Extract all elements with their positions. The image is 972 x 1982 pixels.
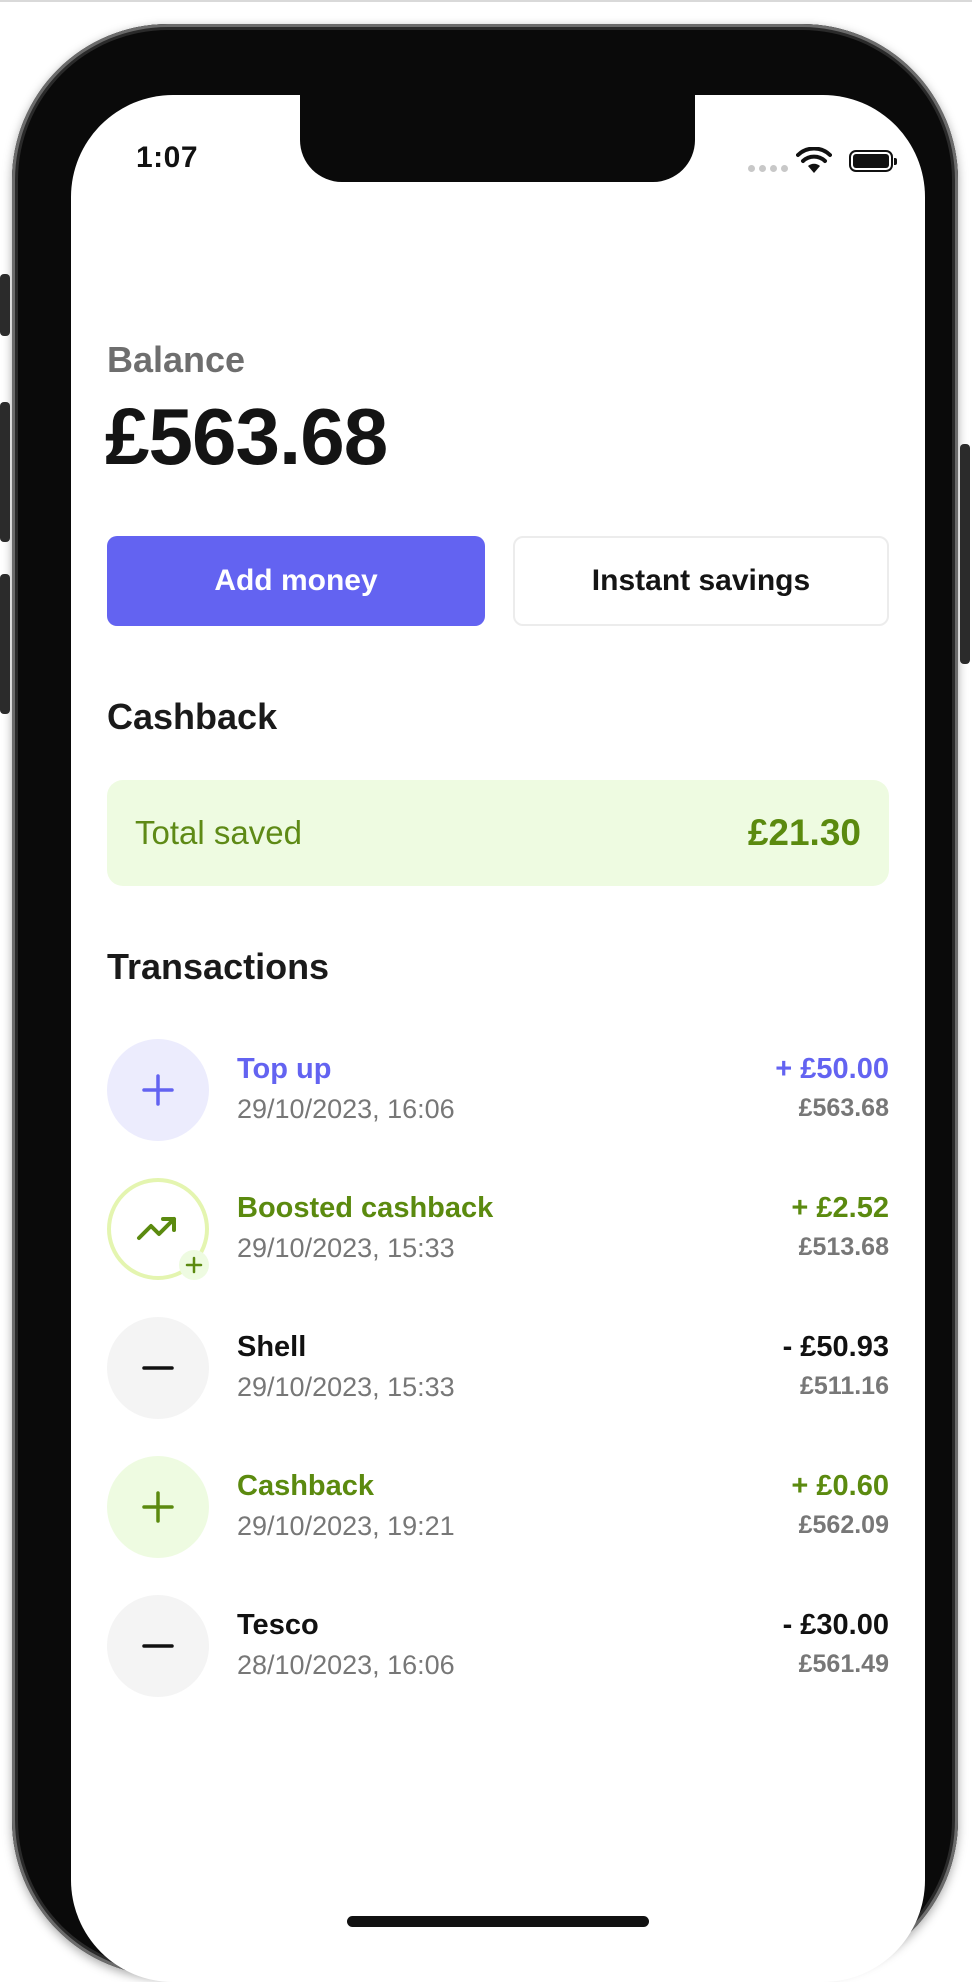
mute-switch bbox=[0, 274, 10, 336]
transaction-row[interactable]: Cashback 29/10/2023, 19:21 + £0.60 £562.… bbox=[107, 1456, 889, 1558]
transaction-balance: £561.49 bbox=[798, 1650, 889, 1678]
minus-icon bbox=[107, 1317, 209, 1419]
transaction-balance: £563.68 bbox=[798, 1094, 889, 1122]
add-money-button[interactable]: Add money bbox=[107, 536, 485, 626]
balance-amount: £563.68 bbox=[105, 392, 388, 481]
cashback-total-card[interactable]: Total saved £21.30 bbox=[107, 780, 889, 886]
transaction-date: 29/10/2023, 15:33 bbox=[237, 1372, 455, 1402]
transaction-title: Top up bbox=[237, 1053, 332, 1085]
notch bbox=[300, 95, 695, 182]
transaction-title: Boosted cashback bbox=[237, 1192, 494, 1224]
cashback-section-title: Cashback bbox=[107, 696, 278, 737]
battery-icon bbox=[849, 150, 897, 172]
top-divider bbox=[0, 0, 972, 2]
transaction-date: 29/10/2023, 16:06 bbox=[237, 1094, 455, 1124]
transaction-balance: £562.09 bbox=[798, 1511, 889, 1539]
volume-down-button bbox=[0, 574, 10, 714]
transaction-amount: + £0.60 bbox=[791, 1470, 889, 1502]
minus-icon bbox=[107, 1595, 209, 1697]
transaction-date: 28/10/2023, 16:06 bbox=[237, 1650, 455, 1680]
transaction-balance: £513.68 bbox=[798, 1233, 889, 1261]
total-saved-label: Total saved bbox=[135, 814, 302, 851]
transaction-amount: + £2.52 bbox=[791, 1192, 889, 1224]
transaction-amount: - £30.00 bbox=[782, 1609, 889, 1641]
wifi-icon bbox=[796, 147, 832, 173]
boost-plus-icon bbox=[179, 1250, 209, 1280]
plus-icon bbox=[107, 1456, 209, 1558]
transaction-row[interactable]: Top up 29/10/2023, 16:06 + £50.00 £563.6… bbox=[107, 1039, 889, 1141]
transaction-date: 29/10/2023, 15:33 bbox=[237, 1233, 455, 1263]
plus-icon bbox=[107, 1039, 209, 1141]
app-screen: 1:07 Balance £563.68 Add money Instant s… bbox=[71, 95, 925, 1982]
status-time: 1:07 bbox=[136, 141, 199, 174]
transaction-amount: + £50.00 bbox=[775, 1053, 889, 1085]
transaction-title: Tesco bbox=[237, 1609, 319, 1641]
instant-savings-button[interactable]: Instant savings bbox=[513, 536, 889, 626]
power-button bbox=[960, 444, 970, 664]
transaction-title: Shell bbox=[237, 1331, 307, 1363]
volume-up-button bbox=[0, 402, 10, 542]
transaction-row[interactable]: Shell 29/10/2023, 15:33 - £50.93 £511.16 bbox=[107, 1317, 889, 1419]
cellular-signal-icon bbox=[748, 165, 788, 172]
balance-label: Balance bbox=[107, 339, 246, 380]
transactions-section-title: Transactions bbox=[107, 946, 330, 987]
total-saved-value: £21.30 bbox=[747, 812, 861, 853]
transaction-amount: - £50.93 bbox=[782, 1331, 889, 1363]
transaction-balance: £511.16 bbox=[800, 1372, 889, 1400]
transaction-row[interactable]: Boosted cashback 29/10/2023, 15:33 + £2.… bbox=[107, 1178, 889, 1280]
transaction-title: Cashback bbox=[237, 1470, 375, 1502]
transaction-row[interactable]: Tesco 28/10/2023, 16:06 - £30.00 £561.49 bbox=[107, 1595, 889, 1697]
home-indicator[interactable] bbox=[347, 1916, 649, 1927]
transaction-date: 29/10/2023, 19:21 bbox=[237, 1511, 455, 1541]
phone-frame: 1:07 Balance £563.68 Add money Instant s… bbox=[0, 24, 970, 1982]
